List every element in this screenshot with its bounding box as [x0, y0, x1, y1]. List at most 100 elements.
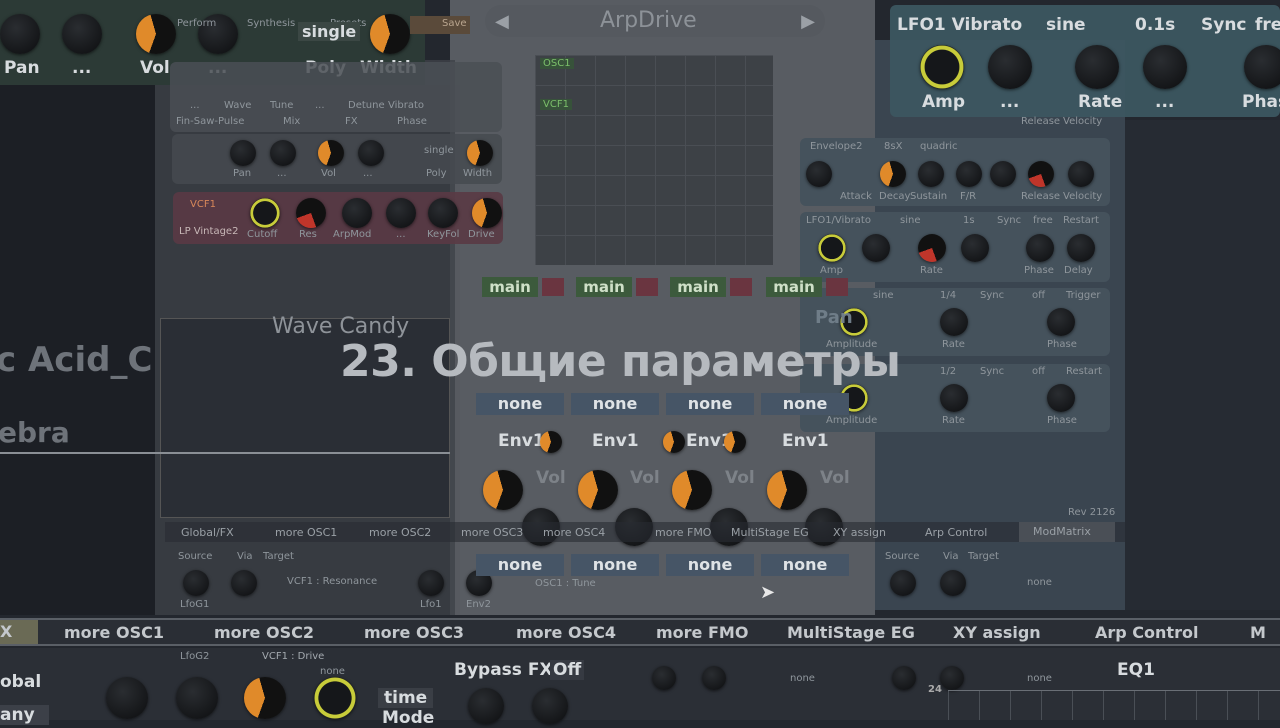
tab-more-fmo[interactable]: more FMO	[645, 623, 785, 642]
phase-knob[interactable]	[1244, 45, 1280, 89]
knob[interactable]	[892, 666, 916, 690]
lfog1-restart[interactable]: Trigger	[1066, 290, 1101, 301]
red-indicator[interactable]	[542, 278, 564, 296]
rate-knob[interactable]	[1075, 45, 1119, 89]
wave-name[interactable]: Fin-Saw-Pulse	[176, 116, 244, 127]
width-knob[interactable]	[370, 14, 410, 54]
env2-mode[interactable]: 8sX	[884, 141, 902, 152]
tab-xy-assign[interactable]: XY assign	[953, 623, 1095, 642]
target-value[interactable]: OSC1 : Tune	[535, 578, 596, 589]
amp-knob[interactable]	[818, 234, 846, 262]
lfo-time[interactable]: 0.1s	[1135, 15, 1175, 35]
save-button[interactable]: Save	[410, 16, 470, 34]
tab-arp-control[interactable]: Arp Control	[923, 526, 1019, 539]
none-dropdown[interactable]: none	[666, 554, 754, 576]
main-button[interactable]: main	[482, 277, 538, 297]
fr-knob[interactable]	[956, 161, 982, 187]
env2-curve[interactable]: quadric	[920, 141, 958, 152]
pan-knob[interactable]	[0, 14, 40, 54]
knob-2[interactable]	[62, 14, 102, 54]
lfog2-restart[interactable]: Restart	[1066, 366, 1102, 377]
rate-knob[interactable]	[940, 308, 968, 336]
none-dropdown[interactable]: none	[571, 393, 659, 415]
red-indicator[interactable]	[636, 278, 658, 296]
release-knob[interactable]	[1028, 161, 1054, 187]
target-value[interactable]: none	[1027, 577, 1052, 588]
decay-knob[interactable]	[880, 161, 906, 187]
delay-knob[interactable]	[1067, 234, 1095, 262]
tab-global-fx[interactable]: Global/FX	[165, 526, 265, 539]
poly-value[interactable]: single	[298, 22, 361, 41]
source-knob[interactable]	[183, 570, 209, 596]
tab-perform[interactable]: Perform	[177, 18, 216, 29]
knob[interactable]	[988, 45, 1032, 89]
knob[interactable]	[532, 688, 568, 724]
tab-more-fmo[interactable]: more FMO	[635, 526, 727, 539]
tab-arp-control[interactable]: Arp Control	[1095, 623, 1250, 642]
knob[interactable]	[940, 666, 964, 690]
tab-mix[interactable]: Mix	[283, 116, 300, 127]
tab-more-osc4[interactable]: more OSC4	[490, 623, 645, 642]
tab-xy-assign[interactable]: XY assign	[833, 526, 923, 539]
vcf-type[interactable]: LP Vintage2	[179, 226, 238, 237]
lfog1-wave[interactable]: sine	[873, 290, 893, 301]
knob[interactable]	[270, 140, 296, 166]
lfo-wave[interactable]: sine	[1046, 15, 1086, 35]
red-indicator[interactable]	[826, 278, 848, 296]
bypass-fx-value[interactable]: Off	[550, 660, 585, 680]
knob[interactable]	[106, 677, 148, 719]
tab-fx[interactable]: FX	[345, 116, 358, 127]
tab-more-osc2[interactable]: more OSC2	[361, 526, 457, 539]
knob[interactable]	[702, 666, 726, 690]
amp-knob[interactable]	[920, 45, 964, 89]
tab-multistage-eg[interactable]: MultiStage EG	[727, 526, 833, 539]
none-dropdown[interactable]: none	[761, 554, 849, 576]
poly-value[interactable]: single	[424, 145, 454, 156]
rate-knob[interactable]	[940, 384, 968, 412]
phase-knob[interactable]	[1047, 308, 1075, 336]
velocity-knob[interactable]	[1068, 161, 1094, 187]
env-knob[interactable]	[540, 431, 562, 453]
lfog1-mode[interactable]: off	[1032, 290, 1045, 301]
none-dropdown[interactable]: none	[476, 393, 564, 415]
knob[interactable]	[386, 198, 416, 228]
env-knob[interactable]	[724, 431, 746, 453]
keyfol-knob[interactable]	[428, 198, 458, 228]
source-knob[interactable]	[418, 570, 444, 596]
target-value[interactable]: VCF1 : Drive	[262, 651, 324, 662]
tab-more-osc2[interactable]: more OSC2	[190, 623, 340, 642]
lfo-name[interactable]: LFO1 Vibrato	[897, 15, 1022, 35]
vol-knob[interactable]	[483, 470, 523, 510]
time-value[interactable]: time	[378, 688, 434, 708]
lfo1-wave[interactable]: sine	[900, 215, 920, 226]
lfo-mode[interactable]: free	[1255, 15, 1280, 35]
knob[interactable]	[990, 161, 1016, 187]
lfo1-sync[interactable]: Sync	[997, 215, 1021, 226]
env-source[interactable]: Env1	[498, 431, 545, 451]
phase-knob[interactable]	[1047, 384, 1075, 412]
env-source[interactable]: Env1	[782, 431, 829, 451]
env-knob[interactable]	[663, 431, 685, 453]
any-value[interactable]: any	[0, 705, 49, 725]
next-arrow-icon[interactable]: ▶	[801, 11, 815, 32]
main-button[interactable]: main	[670, 277, 726, 297]
none-dropdown[interactable]: none	[761, 393, 849, 415]
width-knob[interactable]	[467, 140, 493, 166]
cutoff-knob[interactable]	[250, 198, 280, 228]
tab-multistage-eg[interactable]: MultiStage EG	[785, 623, 953, 642]
rate-knob[interactable]	[918, 234, 946, 262]
sustain-knob[interactable]	[918, 161, 944, 187]
knob[interactable]	[358, 140, 384, 166]
res-knob[interactable]	[296, 198, 326, 228]
tab-modmatrix[interactable]: ModMatrix	[1019, 522, 1115, 542]
tab-more-osc1[interactable]: more OSC1	[38, 623, 190, 642]
none-dropdown[interactable]: none	[571, 554, 659, 576]
lfog2-time[interactable]: 1/2	[940, 366, 956, 377]
lfo1-time[interactable]: 1s	[963, 215, 975, 226]
red-indicator[interactable]	[730, 278, 752, 296]
lfog1-sync[interactable]: Sync	[980, 290, 1004, 301]
vol-knob[interactable]	[578, 470, 618, 510]
via-knob[interactable]	[231, 570, 257, 596]
knob[interactable]	[862, 234, 890, 262]
vol-knob[interactable]	[136, 14, 176, 54]
